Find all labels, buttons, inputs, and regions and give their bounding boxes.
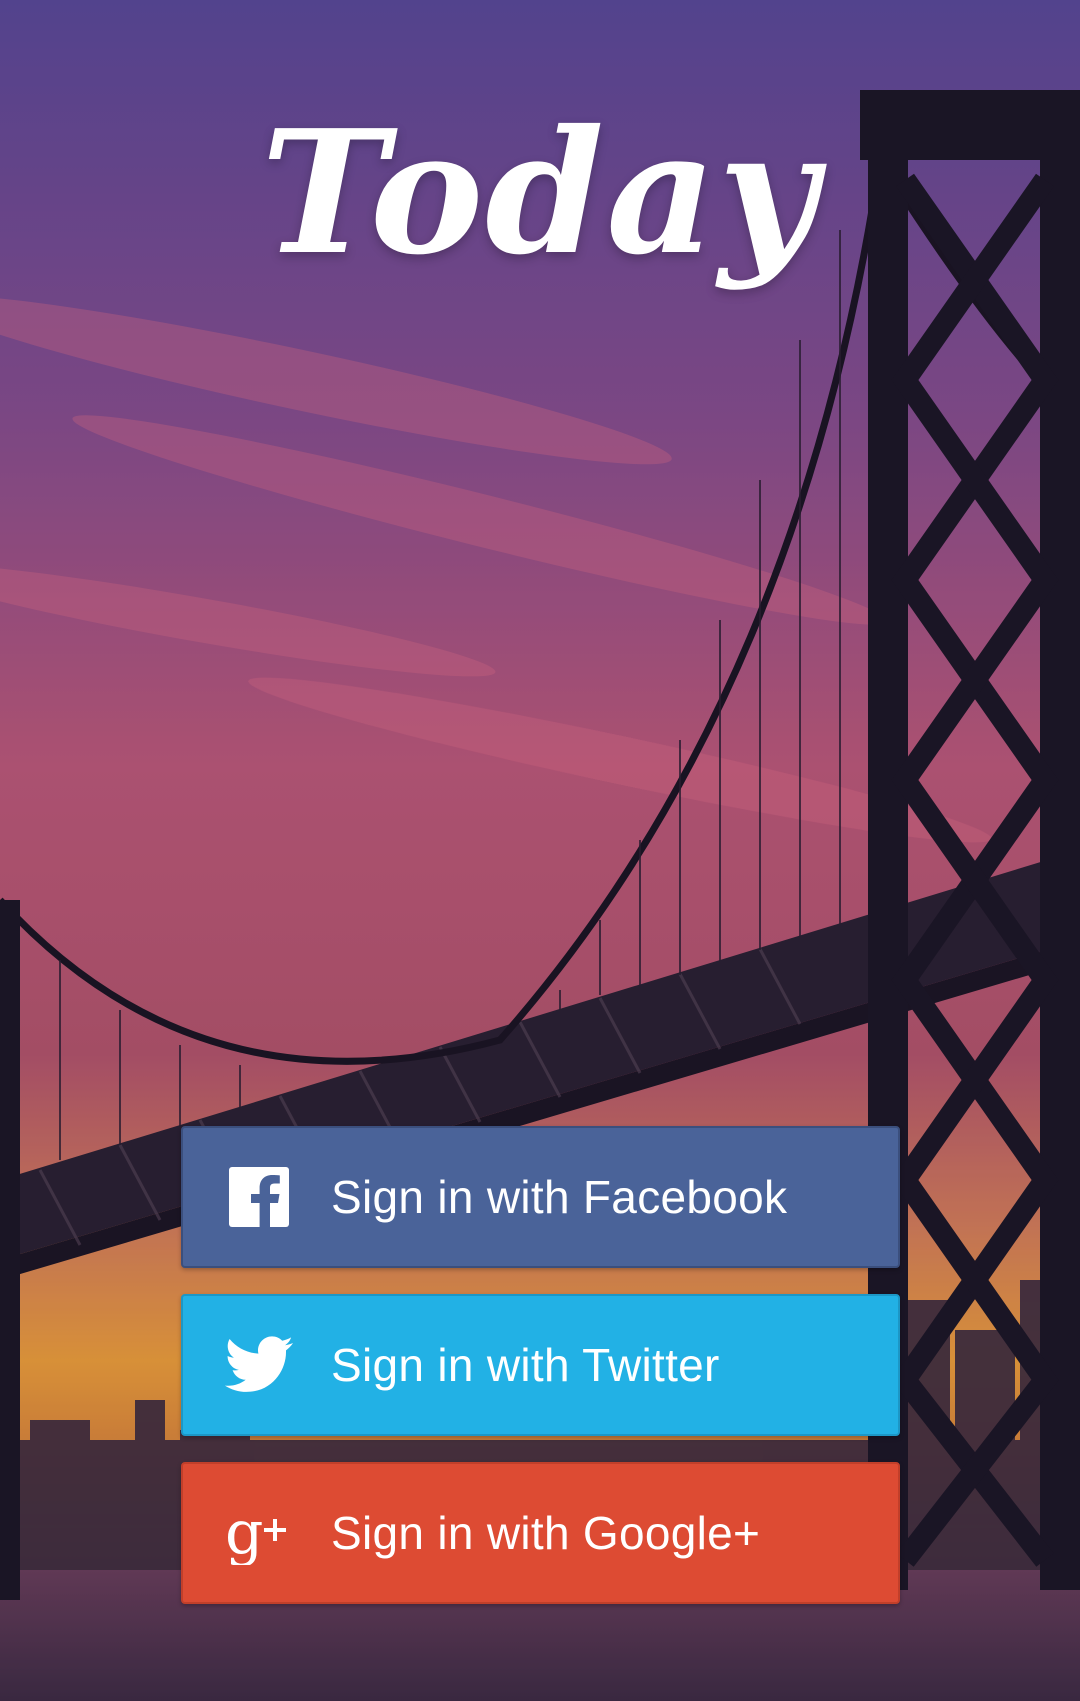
google-plus-sign-in-button[interactable]: g Sign in with Google+ xyxy=(181,1462,900,1604)
twitter-icon xyxy=(215,1321,303,1409)
app-title: Today xyxy=(260,93,820,293)
sign-in-buttons: Sign in with Facebook Sign in with Twitt… xyxy=(181,1126,900,1630)
twitter-sign-in-label: Sign in with Twitter xyxy=(331,1339,720,1391)
login-screen: Today Sign in with Facebook Sign in with… xyxy=(0,0,1080,1701)
facebook-icon xyxy=(215,1153,303,1241)
twitter-sign-in-button[interactable]: Sign in with Twitter xyxy=(181,1294,900,1436)
google-plus-icon: g xyxy=(215,1489,303,1577)
svg-text:g: g xyxy=(225,1501,263,1565)
facebook-sign-in-label: Sign in with Facebook xyxy=(331,1171,788,1223)
google-plus-sign-in-label: Sign in with Google+ xyxy=(331,1507,761,1559)
facebook-sign-in-button[interactable]: Sign in with Facebook xyxy=(181,1126,900,1268)
